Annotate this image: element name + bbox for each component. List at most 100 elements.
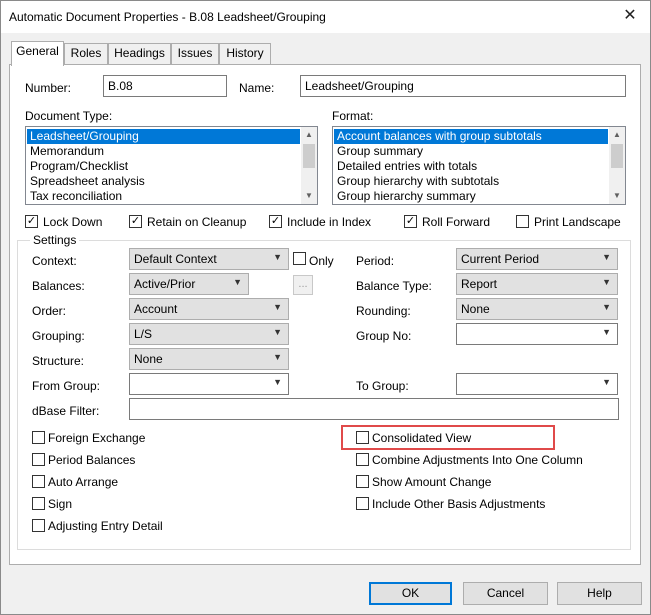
balance-type-label: Balance Type: [356,279,432,293]
adjusting-entry-detail-label: Adjusting Entry Detail [48,519,163,533]
order-select[interactable]: Account ▼ [129,298,289,320]
grouping-value: L/S [134,327,153,341]
structure-value: None [134,352,163,366]
to-group-select[interactable]: ▼ [456,373,618,395]
balance-type-value: Report [461,277,498,291]
group-no-label: Group No: [356,329,412,343]
combine-adjustments-checkbox[interactable] [356,453,369,466]
period-select[interactable]: Current Period ▼ [456,248,618,270]
from-group-select[interactable]: ▼ [129,373,289,395]
format-list[interactable]: Account balances with group subtotals Gr… [332,126,626,205]
format-scrollbar[interactable]: ▲ ▼ [609,127,625,204]
title-bar: Automatic Document Properties - B.08 Lea… [1,1,650,33]
grouping-label: Grouping: [32,329,85,343]
combine-adjustments-label: Combine Adjustments Into One Column [372,453,583,467]
roll-forward-checkbox[interactable]: ✓ [404,215,417,228]
scroll-up-icon[interactable]: ▲ [301,127,317,143]
rounding-value: None [461,302,490,316]
list-item[interactable]: Group hierarchy summary [334,189,608,204]
dropdown-arrow-icon: ▼ [602,252,611,262]
list-item[interactable]: Group summary [334,144,608,159]
chevron-down-icon: ▼ [602,277,611,287]
list-item[interactable]: Group hierarchy with subtotals [334,174,608,189]
foreign-exchange-label: Foreign Exchange [48,431,146,445]
sign-checkbox[interactable] [32,497,45,510]
foreign-exchange-checkbox[interactable] [32,431,45,444]
group-no-select[interactable]: ▼ [456,323,618,345]
scroll-down-icon[interactable]: ▼ [301,188,317,204]
balances-value: Active/Prior [134,277,196,291]
list-item[interactable]: Memorandum [27,144,300,159]
balance-type-select[interactable]: Report ▼ [456,273,618,295]
consolidated-view-checkbox[interactable] [356,431,369,444]
list-item[interactable]: Leadsheet/Grouping [27,129,300,144]
number-input[interactable]: B.08 [103,75,227,97]
list-item[interactable]: Account balances with group subtotals [334,129,608,144]
tab-history[interactable]: History [219,43,271,64]
tab-roles[interactable]: Roles [64,43,108,64]
dbase-filter-label: dBase Filter: [32,404,100,418]
period-label: Period: [356,254,395,268]
format-label: Format: [332,109,374,123]
rounding-label: Rounding: [356,304,411,318]
list-item[interactable]: Program/Checklist [27,159,300,174]
close-icon[interactable]: ✕ [610,1,650,33]
name-label: Name: [239,81,275,95]
list-item[interactable]: Tax reconciliation [27,189,300,204]
grouping-select[interactable]: L/S ▼ [129,323,289,345]
from-group-label: From Group: [32,379,101,393]
scroll-down-icon[interactable]: ▼ [609,188,625,204]
scroll-thumb[interactable] [611,144,623,168]
tab-issues[interactable]: Issues [171,43,219,64]
only-label: Only [309,254,334,268]
structure-label: Structure: [32,354,85,368]
print-landscape-label: Print Landscape [534,215,621,229]
structure-select[interactable]: None ▼ [129,348,289,370]
lock-down-checkbox[interactable]: ✓ [25,215,38,228]
help-button[interactable]: Help [557,582,642,605]
retain-on-cleanup-checkbox[interactable]: ✓ [129,215,142,228]
include-in-index-checkbox[interactable]: ✓ [269,215,282,228]
only-checkbox[interactable] [293,252,306,265]
tab-general[interactable]: General [11,41,64,66]
number-label: Number: [25,81,72,95]
lock-down-label: Lock Down [43,215,103,229]
balances-label: Balances: [32,279,85,293]
include-other-basis-checkbox[interactable] [356,497,369,510]
print-landscape-checkbox[interactable] [516,215,529,228]
chevron-down-icon: ▼ [273,377,282,387]
list-item[interactable]: Detailed entries with totals [334,159,608,174]
roll-forward-label: Roll Forward [422,215,491,229]
auto-arrange-checkbox[interactable] [32,475,45,488]
auto-arrange-label: Auto Arrange [48,475,119,489]
rounding-select[interactable]: None ▼ [456,298,618,320]
order-value: Account [134,302,178,316]
show-amount-change-checkbox[interactable] [356,475,369,488]
dialog-window: Automatic Document Properties - B.08 Lea… [0,0,651,615]
general-panel: Number: B.08 Name: Leadsheet/Grouping Do… [9,64,641,565]
ok-button[interactable]: OK [369,582,452,605]
document-type-list[interactable]: Leadsheet/Grouping Memorandum Program/Ch… [25,126,318,205]
name-input[interactable]: Leadsheet/Grouping [300,75,626,97]
dropdown-arrow-icon: ▼ [273,252,282,262]
scroll-thumb[interactable] [303,144,315,168]
settings-title: Settings [30,233,80,247]
order-label: Order: [32,304,67,318]
document-type-scrollbar[interactable]: ▲ ▼ [301,127,317,204]
cancel-button[interactable]: Cancel [463,582,548,605]
balances-more-button[interactable]: ... [293,275,313,295]
period-balances-checkbox[interactable] [32,453,45,466]
dbase-filter-input[interactable] [129,398,619,420]
chevron-down-icon: ▼ [602,327,611,337]
list-item[interactable]: Spreadsheet analysis [27,174,300,189]
include-in-index-label: Include in Index [287,215,372,229]
sign-label: Sign [48,497,73,511]
tab-headings[interactable]: Headings [108,43,171,64]
scroll-up-icon[interactable]: ▲ [609,127,625,143]
tab-strip: General Roles Headings Issues History [1,41,651,66]
balances-select[interactable]: Active/Prior ▼ [129,273,249,295]
adjusting-entry-detail-checkbox[interactable] [32,519,45,532]
chevron-down-icon: ▼ [273,302,282,312]
context-select[interactable]: Default Context ▼ [129,248,289,270]
window-title: Automatic Document Properties - B.08 Lea… [9,10,326,24]
